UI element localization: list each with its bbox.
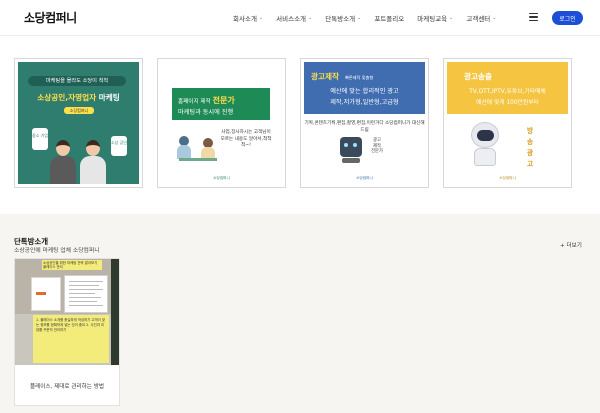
banner-headline: 소상공인,자영업자 마케팅 bbox=[37, 93, 120, 102]
video-thumbnail[interactable]: 소상공인을 위한 마케팅 전략 알아보기 플레이스 관리 1. 플레이스 소개를… bbox=[15, 259, 119, 365]
banner-card-marketing[interactable]: 마케팅을 몰라도 소당이 척척 소상공인,자영업자 마케팅 소당컴퍼니 중소 기… bbox=[14, 58, 143, 188]
banner-pill: 마케팅을 몰라도 소당이 척척 bbox=[28, 76, 126, 86]
hamburger-icon[interactable] bbox=[529, 13, 538, 21]
banner-footer: 소당컴퍼니 bbox=[213, 176, 230, 180]
main-nav: 회사소개 ⌄ 서비스소개 ⌄ 단톡방소개 ⌄ 포트폴리오 마케팅교육 ⌄ 고객센터 ⌄ bbox=[233, 13, 509, 23]
banner-line2: 마케팅과 동시에 진행 bbox=[178, 109, 234, 116]
banner-card-ad-production[interactable]: 광고제작 빠른제작 맞춤형 예산에 맞는 합리적인 광고 제작,저가형,일반형,고… bbox=[300, 58, 429, 188]
banner-footer: 소당컴퍼니 bbox=[356, 176, 373, 180]
banner-desc: 기획,콘텐츠기획,편집,촬영,편집,이런거다 소당컴퍼니가 대신해 드림 bbox=[304, 121, 425, 133]
section-subtitle: 소상공인에 마케팅 업체 소당컴퍼니 bbox=[14, 248, 100, 254]
video-caption[interactable]: 플레이스, 제대로 관리하는 방법 bbox=[15, 382, 119, 390]
person-illustration bbox=[80, 140, 106, 184]
document-icon bbox=[64, 275, 108, 313]
chevron-down-icon: ⌄ bbox=[308, 15, 313, 21]
nav-item-portfolio[interactable]: 포트폴리오 bbox=[374, 13, 404, 23]
banner-footer: 소당컴퍼니 bbox=[499, 176, 516, 180]
robot-icon bbox=[340, 137, 362, 157]
document-icon bbox=[31, 277, 61, 311]
banner-line1: TV,OTT,IPTV,유튜브,기타매체 bbox=[469, 89, 546, 95]
chevron-down-icon: ⌄ bbox=[492, 15, 497, 21]
person-illustration bbox=[50, 140, 76, 184]
chevron-down-icon: ⌄ bbox=[449, 15, 454, 21]
badge-small-business: 소상 공인 bbox=[111, 136, 127, 156]
badge-sme: 중소 기업 bbox=[32, 128, 48, 150]
astronaut-icon bbox=[471, 122, 499, 148]
nav-item-support[interactable]: 고객센터 ⌄ bbox=[466, 13, 496, 23]
banner-line1: 홈페이지 제작 전문가 bbox=[178, 96, 235, 105]
sticky-note: 소상공인을 위한 마케팅 전략 알아보기 플레이스 관리 bbox=[42, 260, 102, 270]
chatroom-section: 단톡방소개 소상공인에 마케팅 업체 소당컴퍼니 + 더보기 소상공인을 위한 … bbox=[0, 214, 600, 413]
banner-title: 광고제작 빠른제작 맞춤형 bbox=[311, 72, 374, 81]
office-illustration bbox=[173, 132, 219, 168]
service-banners: 마케팅을 몰라도 소당이 척척 소상공인,자영업자 마케팅 소당컴퍼니 중소 기… bbox=[0, 36, 600, 214]
speech-bubble: 사업,장사하시는 고객님이 모르는 내용도 알아서,척척척~! bbox=[219, 130, 273, 160]
banner-line1: 예산에 맞는 합리적인 광고 bbox=[330, 88, 399, 95]
login-button[interactable]: 로그인 bbox=[552, 11, 583, 25]
banner-card-broadcast-ad[interactable]: 광고송출 TV,OTT,IPTV,유튜브,기타매체 예산에 맞게 100만원부터… bbox=[443, 58, 572, 188]
nav-item-chatroom[interactable]: 단톡방소개 ⌄ bbox=[325, 13, 361, 23]
brand-tag: 소당컴퍼니 bbox=[64, 107, 94, 114]
banner-title: 광고송출 bbox=[464, 72, 492, 81]
vertical-label: 방 송 광 고 bbox=[526, 127, 534, 168]
banner-line2: 제작,저가형,일반형,고급형 bbox=[330, 99, 399, 106]
nav-item-company[interactable]: 회사소개 ⌄ bbox=[233, 13, 263, 23]
chevron-down-icon: ⌄ bbox=[258, 15, 264, 21]
video-card[interactable]: 소상공인을 위한 마케팅 전략 알아보기 플레이스 관리 1. 플레이스 소개를… bbox=[14, 258, 120, 406]
sticky-note: 1. 플레이스 소개를 충실하게 작성하기 고객이 찾는 정보를 정확하게 넣는… bbox=[33, 315, 109, 363]
robot-sign: 광고 제작 전문가 bbox=[371, 138, 383, 155]
more-link[interactable]: + 더보기 bbox=[560, 241, 582, 249]
chevron-down-icon: ⌄ bbox=[357, 15, 362, 21]
nav-item-education[interactable]: 마케팅교육 ⌄ bbox=[417, 13, 453, 23]
banner-line2: 예산에 맞게 100만원부터 bbox=[476, 100, 539, 106]
site-logo[interactable]: 소당컴퍼니 bbox=[24, 9, 77, 26]
top-header: 소당컴퍼니 회사소개 ⌄ 서비스소개 ⌄ 단톡방소개 ⌄ 포트폴리오 마케팅교육 ⌄ 고… bbox=[0, 0, 600, 36]
banner-card-homepage[interactable]: 홈페이지 제작 전문가 마케팅과 동시에 진행 사업,장사하시는 고객님이 모르는… bbox=[157, 58, 286, 188]
nav-item-services[interactable]: 서비스소개 ⌄ bbox=[276, 13, 312, 23]
